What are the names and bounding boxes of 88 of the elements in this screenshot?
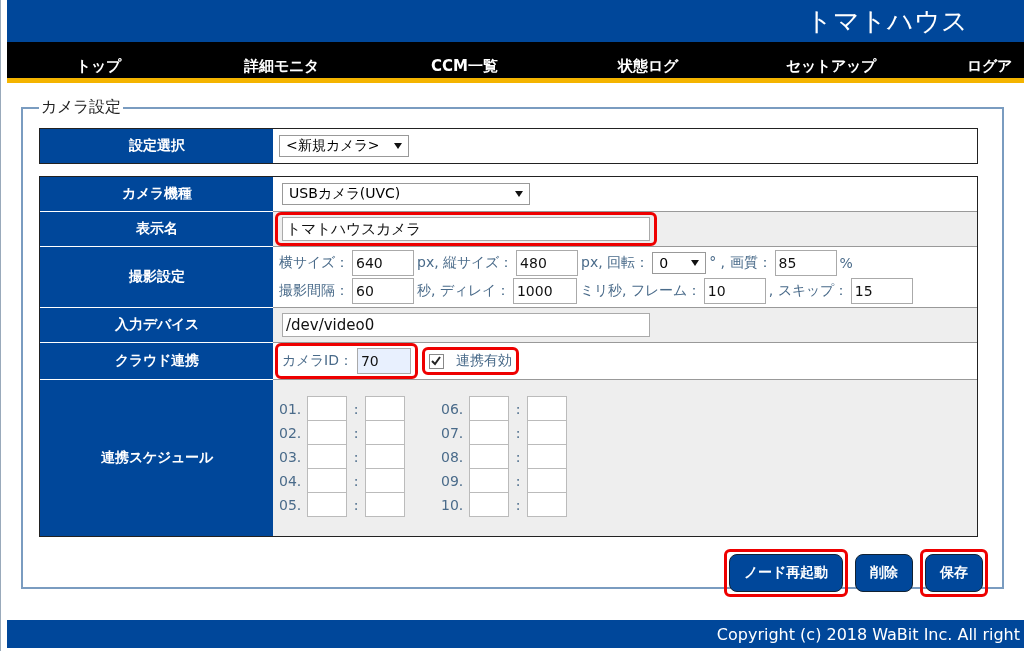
field-label: 秒, ディレイ： <box>417 282 510 300</box>
input-field[interactable]: 640 <box>352 250 414 276</box>
separator-text: : <box>514 497 522 513</box>
input-field[interactable] <box>469 396 509 421</box>
nav-link[interactable]: CCM一覧 <box>373 57 556 76</box>
separator-text: : <box>514 425 522 441</box>
input-field[interactable] <box>307 444 347 469</box>
dropdown[interactable]: 0 <box>652 252 707 274</box>
row-label: 表示名 <box>40 211 273 246</box>
field-label: 横サイズ： <box>279 254 349 272</box>
nav-link[interactable]: セットアップ <box>739 57 922 76</box>
caret-icon <box>691 260 700 266</box>
input-field[interactable]: 480 <box>516 250 579 276</box>
input-field[interactable]: 15 <box>850 278 913 304</box>
separator-text: : <box>352 401 360 417</box>
input-field[interactable] <box>365 468 405 493</box>
input-field[interactable]: 1000 <box>512 278 577 304</box>
input-field[interactable]: /dev/video0 <box>282 313 650 337</box>
input-field[interactable] <box>365 396 405 421</box>
field-label: % <box>839 255 853 271</box>
input-field[interactable] <box>365 420 405 445</box>
slot-number: 10. <box>441 497 465 513</box>
input-field[interactable] <box>527 492 567 517</box>
slot-number: 09. <box>441 473 465 489</box>
field-label: px, 回転： <box>581 254 650 272</box>
input-field[interactable] <box>307 468 347 493</box>
action-button[interactable]: ノード再起動 <box>729 554 843 592</box>
caret-icon <box>394 143 402 149</box>
field-label: , スキップ： <box>768 282 848 300</box>
input-field[interactable] <box>307 396 347 421</box>
field-label: ° , 画質： <box>709 254 772 272</box>
slot-number: 06. <box>441 401 465 417</box>
separator-text: : <box>352 425 360 441</box>
checkbox-label: 連携有効 <box>455 352 512 370</box>
input-field[interactable] <box>365 444 405 469</box>
input-field[interactable]: 10 <box>703 278 766 304</box>
input-field[interactable] <box>527 420 567 445</box>
slot-number: 07. <box>441 425 465 441</box>
input-field[interactable] <box>307 420 347 445</box>
field-label: 撮影間隔： <box>279 282 349 300</box>
input-field[interactable] <box>365 492 405 517</box>
field-label: ミリ秒, フレーム： <box>579 282 701 300</box>
caret-icon <box>515 191 523 197</box>
separator-text: : <box>352 473 360 489</box>
copyright-text: Copyright (c) 2018 WaBit Inc. All right <box>716 624 1020 644</box>
checkmark-icon <box>431 356 442 366</box>
separator-text: : <box>514 401 522 417</box>
nav-link[interactable]: 状態ログ <box>556 57 739 76</box>
row-label: 入力デバイス <box>40 307 273 342</box>
input-field[interactable] <box>527 396 567 421</box>
input-field[interactable] <box>469 420 509 445</box>
row-label: カメラ機種 <box>40 177 273 211</box>
dropdown[interactable]: USBカメラ(UVC) <box>282 183 530 205</box>
separator-text: : <box>514 473 522 489</box>
slot-number: 02. <box>279 425 303 441</box>
input-field[interactable]: 85 <box>774 250 837 276</box>
slot-number: 05. <box>279 497 303 513</box>
nav-link[interactable]: トップ <box>7 57 190 76</box>
slot-number: 01. <box>279 401 303 417</box>
input-field[interactable]: トマトハウスカメラ <box>282 217 650 241</box>
separator-text: : <box>514 449 522 465</box>
dropdown[interactable]: <新規カメラ> <box>279 135 409 157</box>
row-label: 連携スケジュール <box>40 379 273 536</box>
row-label: 設定選択 <box>40 129 273 163</box>
slot-number: 04. <box>279 473 303 489</box>
input-field[interactable] <box>527 444 567 469</box>
input-field[interactable] <box>527 468 567 493</box>
nav-link[interactable]: ログア <box>967 57 1012 76</box>
field-label: px, 縦サイズ： <box>417 254 514 272</box>
separator-text: : <box>352 497 360 513</box>
action-button[interactable]: 保存 <box>925 554 983 592</box>
slot-number: 08. <box>441 449 465 465</box>
panel-legend: カメラ設定 <box>39 97 123 118</box>
row-label: クラウド連携 <box>40 342 273 379</box>
slot-number: 03. <box>279 449 303 465</box>
input-field[interactable] <box>469 492 509 517</box>
input-field[interactable] <box>469 444 509 469</box>
field-label: カメラID： <box>282 352 353 370</box>
input-field[interactable]: 60 <box>352 278 414 304</box>
input-field[interactable] <box>469 468 509 493</box>
input-field[interactable]: 70 <box>356 348 411 374</box>
input-field[interactable] <box>307 492 347 517</box>
separator-text: : <box>352 449 360 465</box>
checkbox[interactable] <box>428 353 444 369</box>
action-button[interactable]: 削除 <box>855 554 913 592</box>
nav-link[interactable]: 詳細モニタ <box>190 57 373 76</box>
site-title: トマトハウス <box>806 4 968 38</box>
row-label: 撮影設定 <box>40 246 273 307</box>
